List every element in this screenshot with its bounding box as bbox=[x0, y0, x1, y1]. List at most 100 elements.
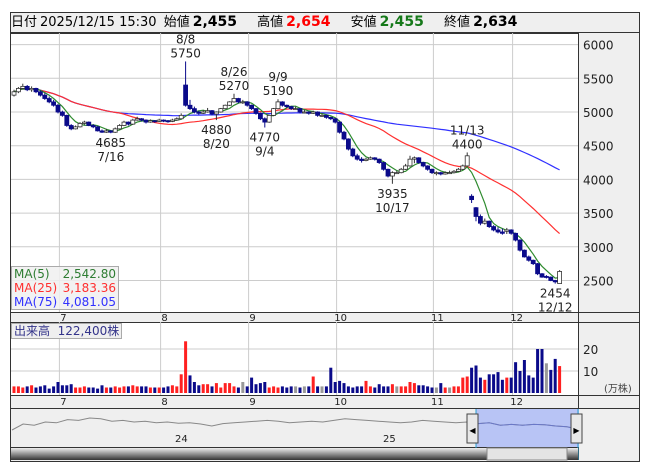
price-tick-label: 5500 bbox=[583, 72, 614, 86]
volume-bar bbox=[426, 386, 430, 393]
volume-bar bbox=[386, 386, 390, 393]
candle-body bbox=[20, 85, 26, 89]
annotation-label: 12/12 bbox=[538, 301, 573, 315]
volume-bar bbox=[52, 386, 56, 393]
volume-bar bbox=[360, 386, 364, 393]
volume-bar bbox=[527, 375, 531, 393]
annotation-label: 5750 bbox=[170, 46, 201, 60]
candle-body bbox=[403, 165, 409, 170]
chevron-right-icon: ▶ bbox=[573, 426, 580, 435]
volume-bar bbox=[34, 387, 38, 393]
volume-bar bbox=[135, 386, 139, 393]
volume-bar bbox=[531, 377, 535, 393]
candle-body bbox=[104, 130, 109, 133]
annotation-label: 4880 bbox=[201, 123, 232, 137]
candle-body bbox=[451, 170, 457, 174]
volume-bar bbox=[267, 387, 271, 393]
volume-bar bbox=[254, 384, 258, 393]
volume-bar bbox=[364, 380, 368, 393]
volume-bar bbox=[373, 387, 377, 393]
annotation-label: 4685 bbox=[96, 136, 127, 150]
candle-body bbox=[539, 273, 545, 278]
candle-body bbox=[139, 118, 145, 121]
volume-bar bbox=[245, 386, 249, 393]
candle-body bbox=[504, 229, 510, 232]
date-tick-label: 12 bbox=[510, 397, 523, 408]
volume-bar bbox=[96, 388, 100, 393]
candle-body bbox=[95, 126, 100, 132]
candle-body bbox=[491, 226, 497, 231]
annotation-label: 9/4 bbox=[255, 145, 274, 159]
candle-body bbox=[319, 114, 325, 117]
volume-bar bbox=[412, 383, 416, 393]
candle-body bbox=[183, 84, 189, 106]
volume-bar bbox=[289, 386, 293, 393]
candle-body bbox=[482, 220, 488, 224]
volume-bar bbox=[505, 377, 509, 393]
volume-bar bbox=[69, 384, 73, 393]
candle-body bbox=[293, 108, 299, 111]
candle-body bbox=[117, 125, 122, 130]
volume-bar bbox=[280, 386, 284, 393]
volume-bar bbox=[179, 374, 183, 393]
candle-body bbox=[29, 88, 35, 91]
volume-bar bbox=[60, 385, 64, 393]
navigator-year-label: 24 bbox=[175, 434, 188, 445]
annotation-label: 10/17 bbox=[375, 201, 410, 215]
volume-bar bbox=[232, 386, 236, 393]
volume-bar bbox=[12, 386, 16, 393]
date-tick-label: 11 bbox=[431, 397, 444, 408]
date-tick-label: 8 bbox=[161, 313, 167, 324]
stock-chart[interactable]: 6000 5500 5000 4500 4000 3500 3000 2500 20 10 (万株)… bbox=[0, 0, 653, 470]
date-tick-label: 9 bbox=[249, 397, 255, 408]
candle-body bbox=[381, 162, 387, 170]
candle-body bbox=[508, 229, 514, 234]
candle-body bbox=[350, 148, 356, 157]
candle-body bbox=[486, 220, 492, 227]
volume-bar bbox=[302, 386, 306, 393]
annotation-label: 5270 bbox=[219, 79, 250, 93]
candle-body bbox=[165, 120, 171, 123]
candle-body bbox=[15, 88, 21, 93]
candle-body bbox=[121, 121, 127, 126]
price-tick-label: 4500 bbox=[583, 140, 614, 154]
candle-body bbox=[526, 256, 532, 261]
volume-bar bbox=[434, 387, 438, 393]
candle-body bbox=[367, 157, 373, 160]
volume-bar bbox=[47, 388, 51, 393]
ma5-line bbox=[13, 88, 560, 279]
volume-bar bbox=[439, 383, 443, 393]
candle-body bbox=[64, 114, 70, 126]
candle-body bbox=[90, 125, 96, 128]
candle-body bbox=[425, 165, 431, 170]
candle-body bbox=[411, 157, 417, 160]
volume-bar bbox=[351, 387, 355, 393]
volume-bar bbox=[219, 387, 223, 393]
candle-body bbox=[200, 111, 206, 114]
volume-bar bbox=[91, 387, 95, 393]
volume-bar bbox=[298, 387, 302, 393]
candle-body bbox=[161, 119, 167, 122]
candle-body bbox=[33, 88, 39, 93]
candle-body bbox=[11, 91, 17, 96]
price-tick-label: 6000 bbox=[583, 39, 614, 53]
candle-body bbox=[429, 168, 435, 174]
candle-body bbox=[99, 130, 105, 133]
candle-body bbox=[249, 104, 255, 110]
candle-body bbox=[341, 131, 347, 140]
candle-body bbox=[253, 108, 259, 114]
volume-bar bbox=[148, 387, 152, 393]
volume-bar bbox=[104, 387, 108, 393]
volume-bar bbox=[43, 385, 47, 393]
scrollbar-thumb[interactable] bbox=[486, 447, 568, 461]
volume-bar bbox=[404, 386, 408, 393]
date-tick-label: 7 bbox=[60, 397, 66, 408]
candle-body bbox=[499, 231, 505, 234]
candle-body bbox=[420, 162, 426, 167]
volume-bar bbox=[399, 386, 403, 393]
volume-bar bbox=[30, 385, 34, 393]
navigator-selection bbox=[476, 409, 579, 447]
candle-body bbox=[372, 157, 378, 160]
volume-bar bbox=[109, 387, 113, 393]
volume-bar bbox=[316, 386, 320, 393]
